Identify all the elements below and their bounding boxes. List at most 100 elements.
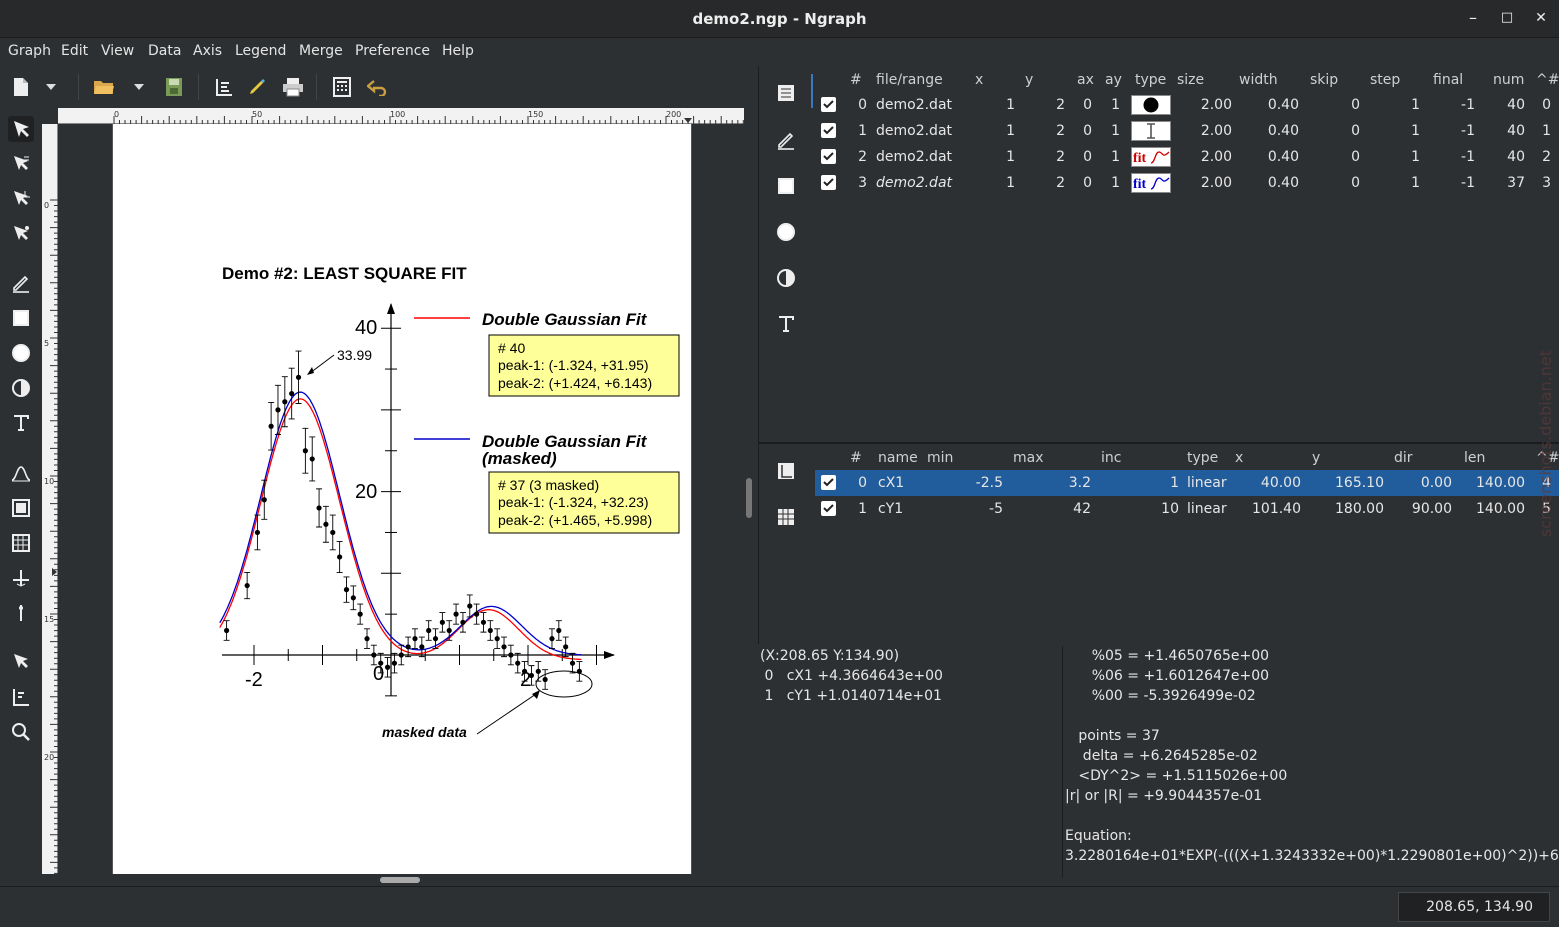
- zoom-tool[interactable]: [8, 719, 34, 745]
- column-header[interactable]: name: [878, 450, 918, 466]
- column-header[interactable]: num: [1493, 72, 1524, 88]
- cell-type[interactable]: [1131, 121, 1171, 141]
- menu-axis[interactable]: Axis: [193, 43, 222, 59]
- file-row[interactable]: 1 demo2.dat 1 2 0 1 2.00 0.40 0 1 -1 40 1: [815, 118, 1559, 144]
- column-header[interactable]: width: [1239, 72, 1278, 88]
- row-checkbox[interactable]: [821, 123, 836, 138]
- maximize-button[interactable]: □: [1496, 10, 1518, 25]
- row-checkbox[interactable]: [821, 501, 836, 516]
- cell-x: 40.00: [1260, 475, 1301, 491]
- column-header[interactable]: inc: [1101, 450, 1121, 466]
- column-header[interactable]: y: [1025, 72, 1033, 88]
- row-checkbox[interactable]: [821, 97, 836, 112]
- cell-type[interactable]: fit: [1131, 173, 1171, 193]
- column-header[interactable]: dir: [1394, 450, 1413, 466]
- math-button[interactable]: [330, 76, 354, 98]
- menu-merge[interactable]: Merge: [299, 43, 343, 59]
- column-header[interactable]: x: [1235, 450, 1243, 466]
- legend-pointer-tool[interactable]: [8, 151, 34, 177]
- minimize-button[interactable]: –: [1462, 8, 1484, 27]
- tab-arcs[interactable]: [773, 219, 799, 245]
- canvas-vertical-scrollbar[interactable]: [746, 478, 752, 518]
- text-tool[interactable]: [8, 410, 34, 436]
- tab-axis-grids[interactable]: [773, 504, 799, 530]
- data-marker: [480, 619, 487, 625]
- tab-lines[interactable]: [773, 127, 799, 153]
- axis-pointer-tool[interactable]: [8, 186, 34, 212]
- new-file-dropdown[interactable]: [44, 76, 58, 98]
- menu-help[interactable]: Help: [442, 43, 474, 59]
- cell-type[interactable]: [1131, 95, 1171, 115]
- file-row[interactable]: 3 demo2.dat 1 2 0 1 fit 2.00 0.40 0 1 -1 37 3: [815, 170, 1559, 196]
- single-axis-tool[interactable]: [8, 600, 34, 626]
- cross-graph-tool[interactable]: [8, 565, 34, 591]
- mark-tool[interactable]: [8, 375, 34, 401]
- column-header[interactable]: size: [1177, 72, 1204, 88]
- menu-legend[interactable]: Legend: [235, 43, 286, 59]
- axis-list[interactable]: # name min max inc type x y dir len ^# 0…: [815, 446, 1559, 644]
- tab-data-files[interactable]: [773, 80, 799, 106]
- rectangle-tool[interactable]: [8, 305, 34, 331]
- menu-data[interactable]: Data: [148, 43, 181, 59]
- menu-preference[interactable]: Preference: [355, 43, 430, 59]
- trimming-tool[interactable]: [8, 649, 34, 675]
- axis-row[interactable]: 0 cX1 -2.5 3.2 1 linear 40.00 165.10 0.00 140.00 4: [815, 470, 1559, 496]
- column-header[interactable]: min: [927, 450, 953, 466]
- scale-clear-button[interactable]: [212, 76, 236, 98]
- column-header[interactable]: y: [1312, 450, 1320, 466]
- row-checkbox[interactable]: [821, 149, 836, 164]
- column-header[interactable]: final: [1433, 72, 1463, 88]
- tab-texts[interactable]: [773, 311, 799, 337]
- row-checkbox[interactable]: [821, 175, 836, 190]
- gauss-tool[interactable]: [8, 460, 34, 486]
- column-header[interactable]: #: [850, 450, 862, 466]
- open-file-button[interactable]: [92, 76, 116, 98]
- column-header[interactable]: type: [1135, 72, 1166, 88]
- pointer-tool[interactable]: [8, 116, 34, 142]
- tab-rectangles[interactable]: [773, 173, 799, 199]
- file-row[interactable]: 0 demo2.dat 1 2 0 1 2.00 0.40 0 1 -1 40 0: [815, 92, 1559, 118]
- new-file-button[interactable]: [9, 76, 33, 98]
- draw-button[interactable]: [245, 76, 269, 98]
- undo-button[interactable]: [366, 76, 390, 98]
- ruler-label: 150: [528, 110, 543, 119]
- column-header[interactable]: #: [850, 72, 862, 88]
- cell-type[interactable]: fit: [1131, 147, 1171, 167]
- print-button[interactable]: [281, 76, 305, 98]
- column-header[interactable]: ay: [1105, 72, 1122, 88]
- tab-marks[interactable]: [773, 265, 799, 291]
- file-list[interactable]: # file/range x y ax ay type size width s…: [815, 66, 1559, 440]
- ruler-label: 10: [44, 477, 54, 486]
- column-header[interactable]: len: [1464, 450, 1485, 466]
- save-button[interactable]: [162, 76, 186, 98]
- ruler-label: 15: [44, 615, 54, 624]
- menu-graph[interactable]: Graph: [8, 43, 51, 59]
- canvas-horizontal-scrollbar[interactable]: [380, 877, 420, 883]
- data-pointer-tool[interactable]: [8, 221, 34, 247]
- column-header[interactable]: skip: [1310, 72, 1338, 88]
- open-file-dropdown[interactable]: [132, 76, 146, 98]
- column-header[interactable]: type: [1187, 450, 1218, 466]
- column-header[interactable]: x: [975, 72, 983, 88]
- section-graph-tool[interactable]: [8, 530, 34, 556]
- file-row[interactable]: 2 demo2.dat 1 2 0 1 fit 2.00 0.40 0 1 -1 40 2: [815, 144, 1559, 170]
- column-header[interactable]: file/range: [876, 72, 943, 88]
- column-header[interactable]: ^#: [1536, 72, 1559, 88]
- menu-edit[interactable]: Edit: [61, 43, 88, 59]
- information-pane[interactable]: %05 = +1.4650765e+00 %06 = +1.6012647e+0…: [1062, 646, 1559, 878]
- frame-graph-tool[interactable]: [8, 495, 34, 521]
- axis-row[interactable]: 1 cY1 -5 42 10 linear 101.40 180.00 90.00 140.00 5: [815, 496, 1559, 522]
- tab-axes[interactable]: [773, 458, 799, 484]
- pane-divider[interactable]: [759, 442, 1559, 444]
- column-header[interactable]: step: [1370, 72, 1400, 88]
- close-button[interactable]: ✕: [1530, 10, 1552, 26]
- menu-view[interactable]: View: [101, 43, 134, 59]
- data-point-tool[interactable]: [8, 684, 34, 710]
- row-checkbox[interactable]: [821, 475, 836, 490]
- column-header[interactable]: max: [1013, 450, 1044, 466]
- data-marker: [261, 497, 267, 503]
- line-tool[interactable]: [8, 270, 34, 296]
- column-header[interactable]: ax: [1077, 72, 1094, 88]
- arc-tool[interactable]: [8, 340, 34, 366]
- chevron-down-icon: [134, 84, 144, 90]
